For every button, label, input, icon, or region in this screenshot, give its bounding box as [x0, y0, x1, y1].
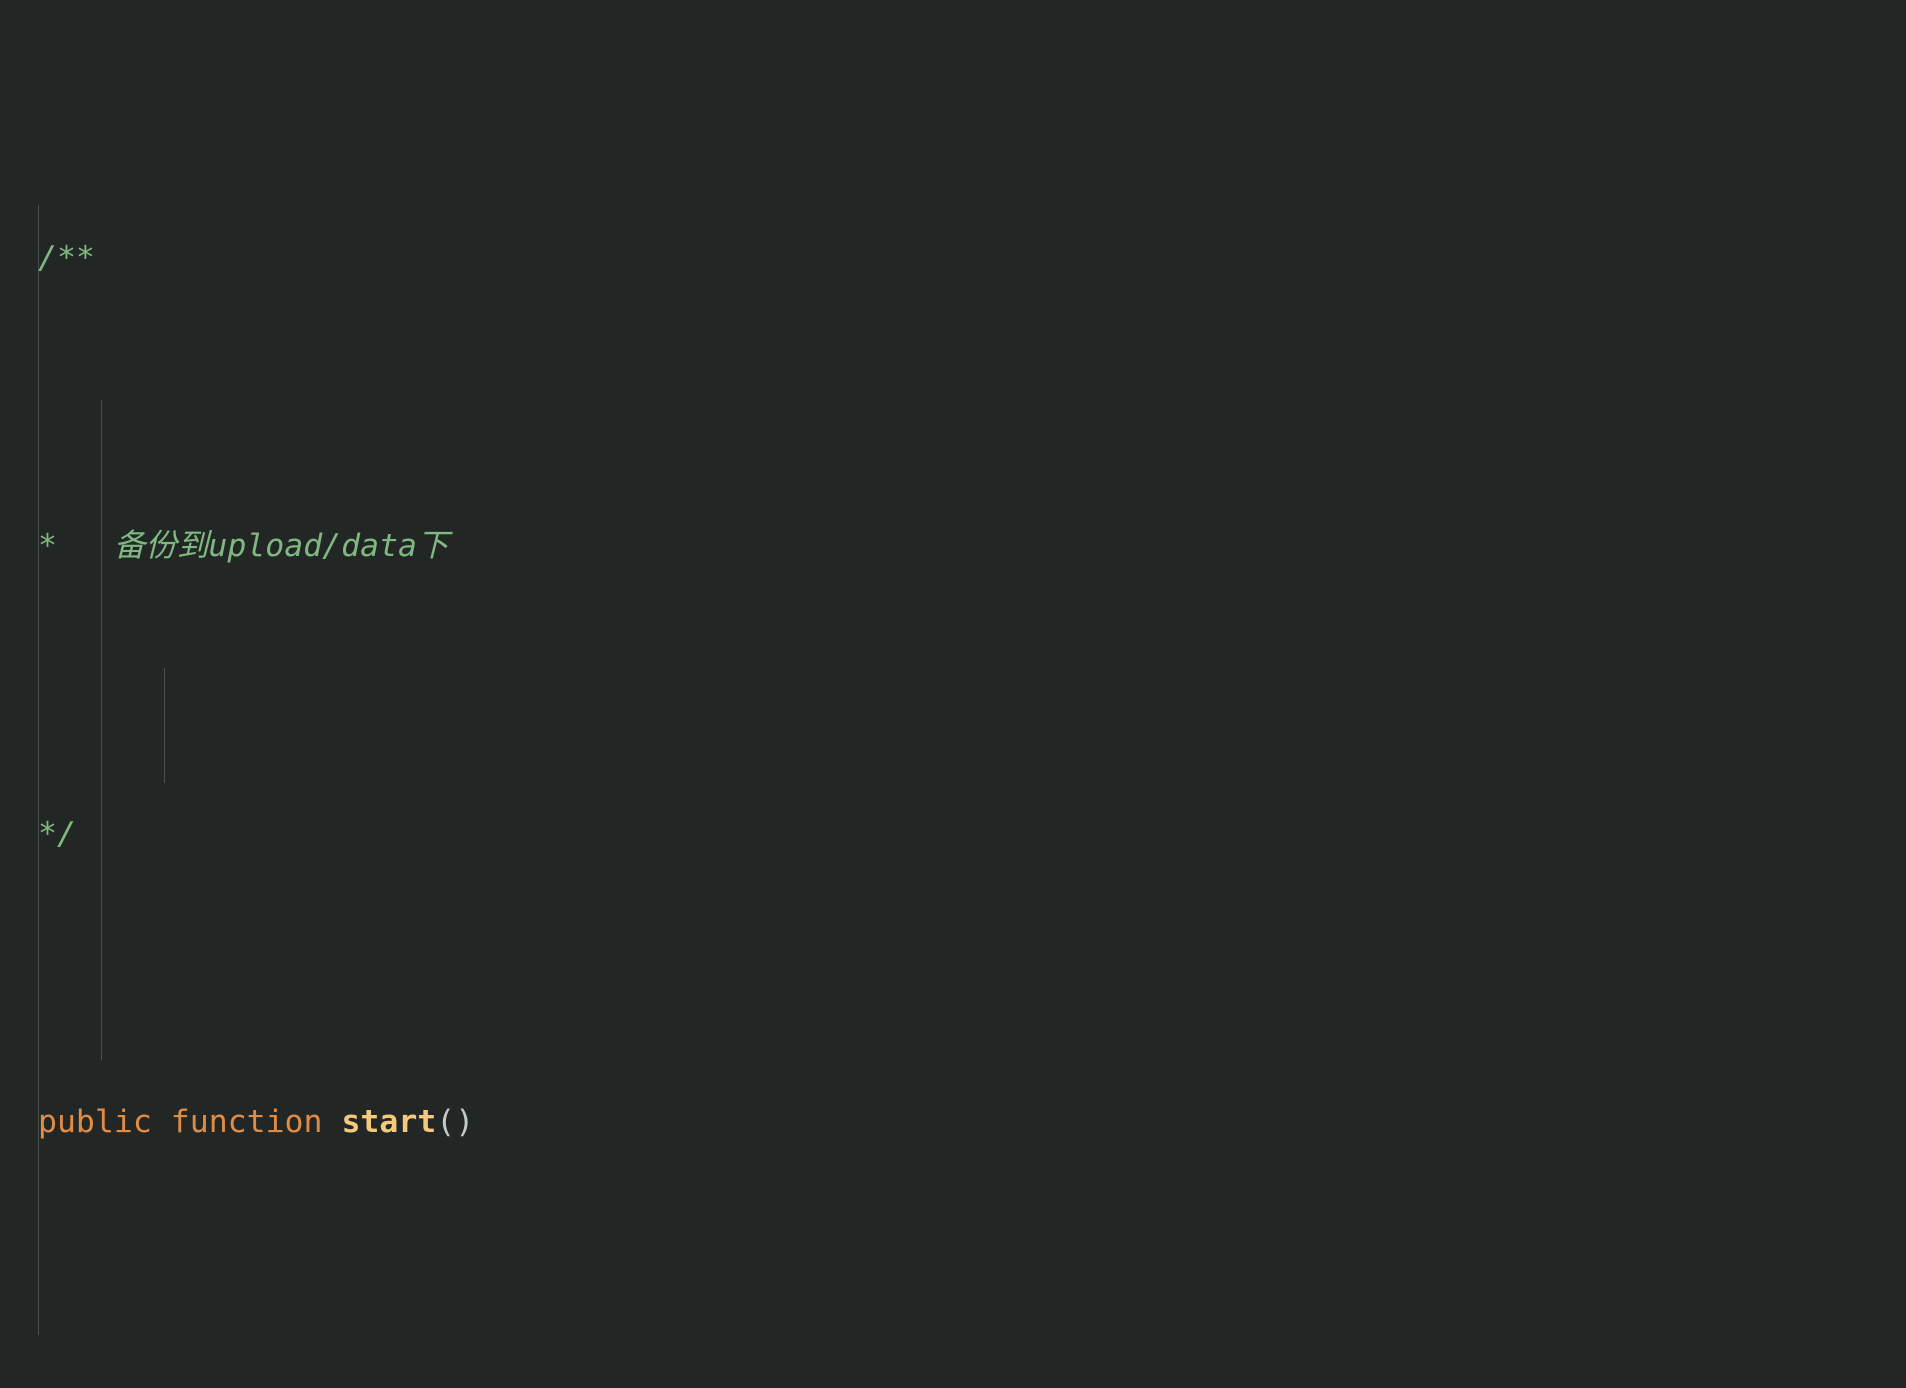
modifier-public: public — [38, 1104, 152, 1141]
code-editor[interactable]: /** * 备份到upload/data下 */ public function… — [0, 0, 1906, 1388]
code-line-3: */ — [38, 806, 1906, 864]
comment-block-end: */ — [38, 816, 76, 853]
comment-path: upload/data — [208, 528, 418, 565]
code-content[interactable]: /** * 备份到upload/data下 */ public function… — [0, 0, 1906, 1388]
comment-block-start: /** — [38, 240, 95, 277]
code-line-2: * 备份到upload/data下 — [38, 518, 1906, 576]
comment-star: * — [38, 528, 57, 565]
comment-suffix-cjk: 下 — [417, 528, 449, 565]
code-line-1: /** — [38, 230, 1906, 288]
code-line-5: { — [38, 1382, 1906, 1388]
code-line-4: public function start() — [38, 1094, 1906, 1152]
function-name-start: start — [341, 1104, 437, 1141]
comment-text-cjk: 备份到 — [113, 528, 209, 565]
keyword-function: function — [170, 1104, 323, 1141]
function-parens: () — [436, 1104, 475, 1141]
